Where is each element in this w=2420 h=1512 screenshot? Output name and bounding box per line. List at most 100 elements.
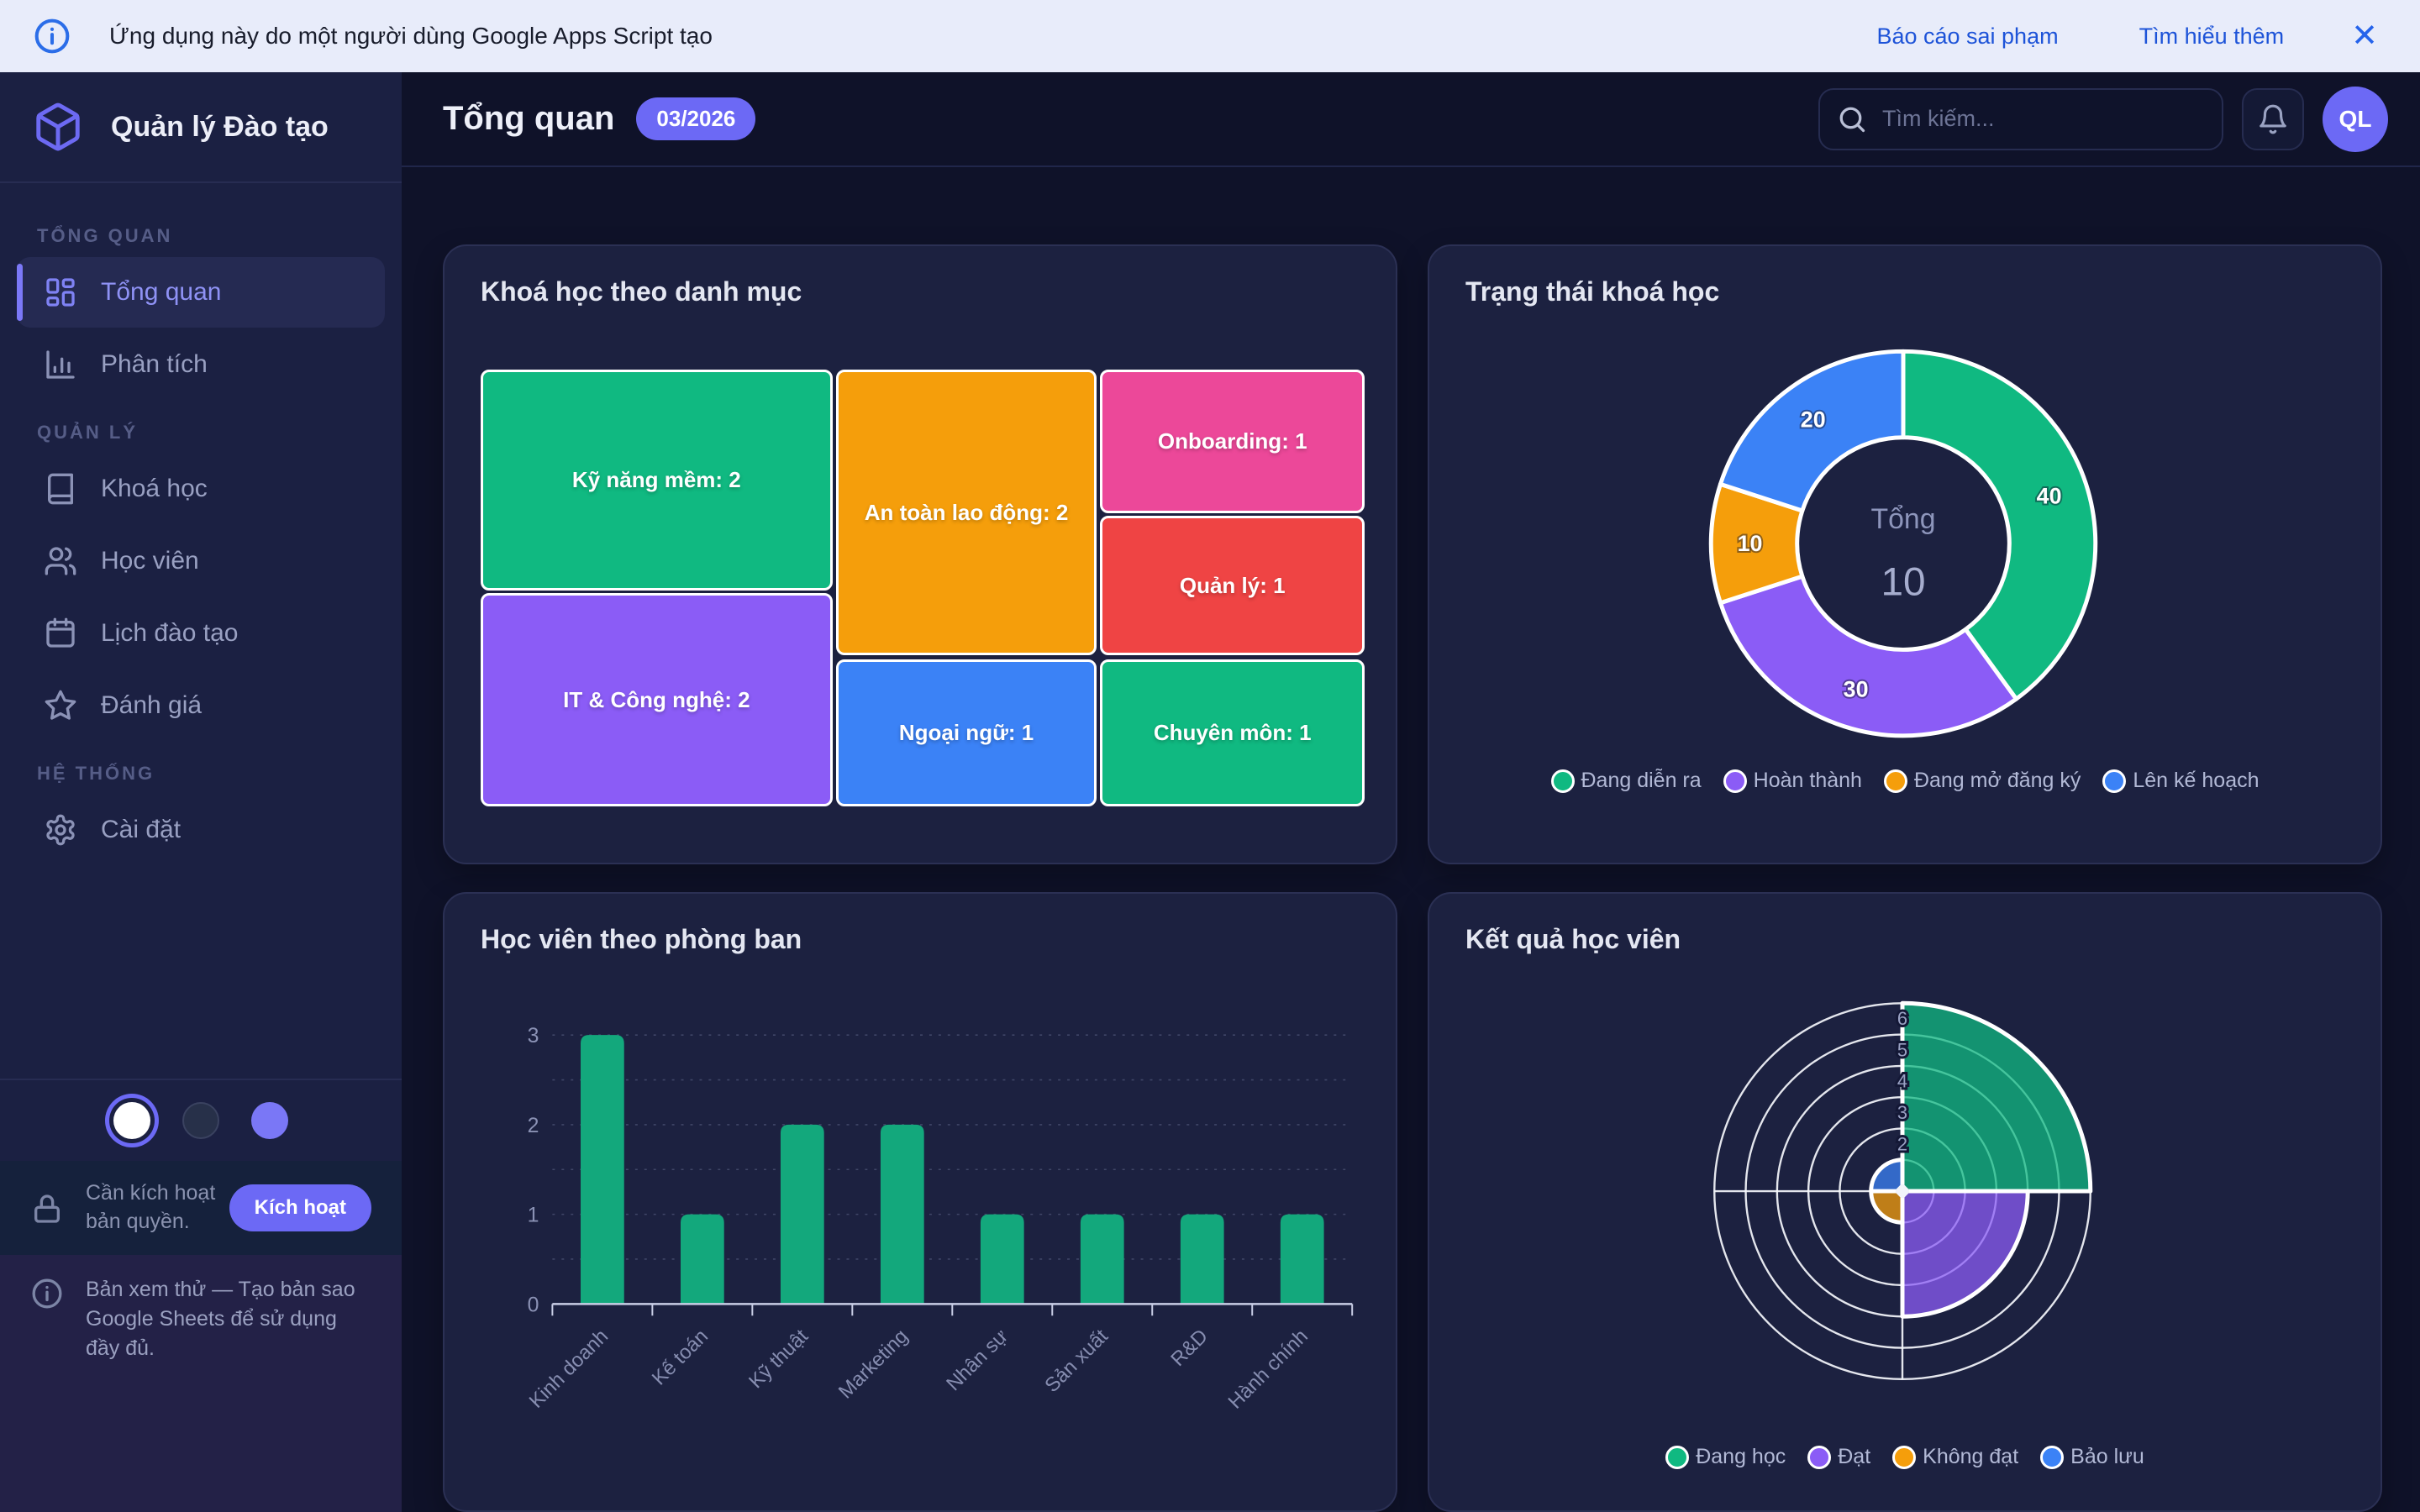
treemap-tile[interactable]: Chuyên môn: 1 — [1100, 659, 1365, 806]
legend-item: Bảo lưu — [2040, 1445, 2144, 1469]
bar[interactable] — [1281, 1215, 1324, 1305]
x-category-label: Nhân sự — [942, 1325, 1013, 1395]
slice-value-label: 10 — [1738, 531, 1763, 556]
learn-more-link[interactable]: Tìm hiểu thêm — [2139, 24, 2285, 50]
info-icon — [34, 18, 71, 55]
legend-item: Đạt — [1807, 1445, 1870, 1469]
treemap-tile[interactable]: An toàn lao động: 2 — [836, 370, 1097, 655]
r-tick-label: 2 — [1897, 1133, 1907, 1154]
theme-dot-dark[interactable] — [182, 1102, 219, 1139]
app-logo-row: Quản lý Đào tạo — [0, 72, 402, 183]
donut-slice[interactable] — [1720, 576, 2016, 736]
bar[interactable] — [1081, 1215, 1124, 1305]
polar-wedge[interactable] — [1902, 1191, 2028, 1316]
x-category-label: Hành chính — [1224, 1325, 1313, 1413]
y-tick-label: 1 — [528, 1204, 539, 1227]
nav-section-label: QUẢN LÝ — [37, 422, 402, 444]
slice-value-label: 20 — [1801, 407, 1826, 432]
slice-value-label: 30 — [1844, 677, 1869, 702]
sidebar-item-users[interactable]: Học viên — [17, 526, 385, 596]
donut-center-label: Tổng — [1870, 503, 1935, 535]
legend-dot — [1723, 769, 1747, 793]
lock-icon — [30, 1192, 64, 1226]
sidebar-item-label: Lịch đào tạo — [101, 619, 238, 648]
avatar[interactable]: QL — [2323, 87, 2388, 152]
sidebar-item-star[interactable]: Đánh giá — [17, 670, 385, 741]
info-circle-icon — [30, 1277, 64, 1310]
gear-icon — [44, 813, 77, 847]
trial-band: Bản xem thử — Tạo bản sao Google Sheets … — [0, 1255, 402, 1512]
close-banner-icon[interactable]: ✕ — [2351, 20, 2378, 52]
sidebar-item-gear[interactable]: Cài đặt — [17, 795, 385, 865]
license-text: Cần kích hoạt bản quyền. — [86, 1179, 229, 1236]
r-tick-label: 3 — [1897, 1102, 1907, 1123]
x-category-label: Sản xuất — [1040, 1325, 1113, 1397]
theme-dot-purple[interactable] — [251, 1102, 288, 1139]
bar[interactable] — [681, 1215, 724, 1305]
bar[interactable] — [581, 1035, 624, 1304]
activate-button[interactable]: Kích hoạt — [229, 1184, 371, 1231]
r-tick-label: 5 — [1897, 1039, 1907, 1060]
legend-dot — [1884, 769, 1907, 793]
y-tick-label: 0 — [528, 1293, 539, 1316]
bar-chart: 0123Kinh doanhKế toánKỹ thuậtMarketingNh… — [445, 894, 1396, 1510]
license-band: Cần kích hoạt bản quyền. Kích hoạt — [0, 1161, 402, 1255]
star-icon — [44, 689, 77, 722]
legend-item: Hoàn thành — [1723, 769, 1862, 793]
calendar-icon — [44, 617, 77, 650]
search-input[interactable] — [1882, 106, 2205, 132]
search-box[interactable] — [1818, 88, 2223, 150]
cube-logo-icon — [32, 101, 84, 153]
bar[interactable] — [881, 1125, 924, 1304]
legend-item: Đang mở đăng ký — [1884, 769, 2081, 793]
sidebar-item-label: Khoá học — [101, 475, 208, 503]
nav-section-label: HỆ THỐNG — [37, 763, 402, 785]
legend-dot — [2040, 1446, 2064, 1469]
treemap-chart: Kỹ năng mềm: 2IT & Công nghệ: 2An toàn l… — [481, 370, 1365, 806]
sidebar-item-dashboard[interactable]: Tổng quan — [17, 257, 385, 328]
legend-dot — [1892, 1446, 1916, 1469]
legend-dot — [2102, 769, 2126, 793]
report-abuse-link[interactable]: Báo cáo sai phạm — [1876, 24, 2058, 50]
chart-icon — [44, 348, 77, 381]
legend-dot — [1807, 1446, 1831, 1469]
treemap-tile[interactable]: IT & Công nghệ: 2 — [481, 593, 833, 806]
y-tick-label: 3 — [528, 1024, 539, 1047]
sidebar: Quản lý Đào tạo TỔNG QUAN Tổng quan Phân t… — [0, 72, 402, 1512]
sidebar-item-book[interactable]: Khoá học — [17, 454, 385, 524]
notifications-button[interactable] — [2242, 88, 2304, 150]
x-category-label: Kinh doanh — [525, 1325, 613, 1412]
polar-legend: Đang họcĐạtKhông đạtBảo lưu — [1429, 1445, 2381, 1469]
page-title: Tổng quan — [443, 100, 614, 138]
x-category-label: R&D — [1166, 1325, 1213, 1371]
treemap-tile[interactable]: Quản lý: 1 — [1100, 516, 1365, 655]
legend-item: Đang học — [1665, 1445, 1786, 1469]
sidebar-item-label: Cài đặt — [101, 816, 181, 844]
theme-dot-light[interactable] — [113, 1102, 150, 1139]
sidebar-item-label: Đánh giá — [101, 691, 202, 720]
bar[interactable] — [1181, 1215, 1224, 1305]
active-indicator — [17, 264, 23, 321]
treemap-tile[interactable]: Ngoại ngữ: 1 — [836, 659, 1097, 806]
card-student-results: Kết quả học viên 23456 Đang họcĐạtKhông … — [1428, 892, 2382, 1512]
treemap-tile[interactable]: Onboarding: 1 — [1100, 370, 1365, 513]
legend-item: Đang diễn ra — [1551, 769, 1702, 793]
card-title: Khoá học theo danh mục — [481, 276, 802, 307]
treemap-tile[interactable]: Kỹ năng mềm: 2 — [481, 370, 833, 591]
sidebar-item-label: Phân tích — [101, 350, 208, 379]
polar-wedge[interactable] — [1902, 1003, 2091, 1191]
card-students-by-department: Học viên theo phòng ban 0123Kinh doanhKế… — [443, 892, 1397, 1512]
r-tick-label: 6 — [1897, 1008, 1907, 1029]
polar-wedge[interactable] — [1871, 1191, 1902, 1222]
nav-section-label: TỔNG QUAN — [37, 225, 402, 247]
polar-wedge[interactable] — [1871, 1160, 1902, 1191]
legend-dot — [1665, 1446, 1689, 1469]
trial-note: Bản xem thử — Tạo bản sao Google Sheets … — [86, 1275, 371, 1363]
bar[interactable] — [781, 1125, 824, 1304]
banner-message: Ứng dụng này do một người dùng Google Ap… — [109, 23, 713, 50]
apps-script-banner: Ứng dụng này do một người dùng Google Ap… — [0, 0, 2420, 72]
bar[interactable] — [981, 1215, 1024, 1305]
sidebar-item-chart[interactable]: Phân tích — [17, 329, 385, 400]
card-course-status: Trạng thái khoá học 40301020Tổng10 Đang … — [1428, 244, 2382, 864]
sidebar-item-calendar[interactable]: Lịch đào tạo — [17, 598, 385, 669]
